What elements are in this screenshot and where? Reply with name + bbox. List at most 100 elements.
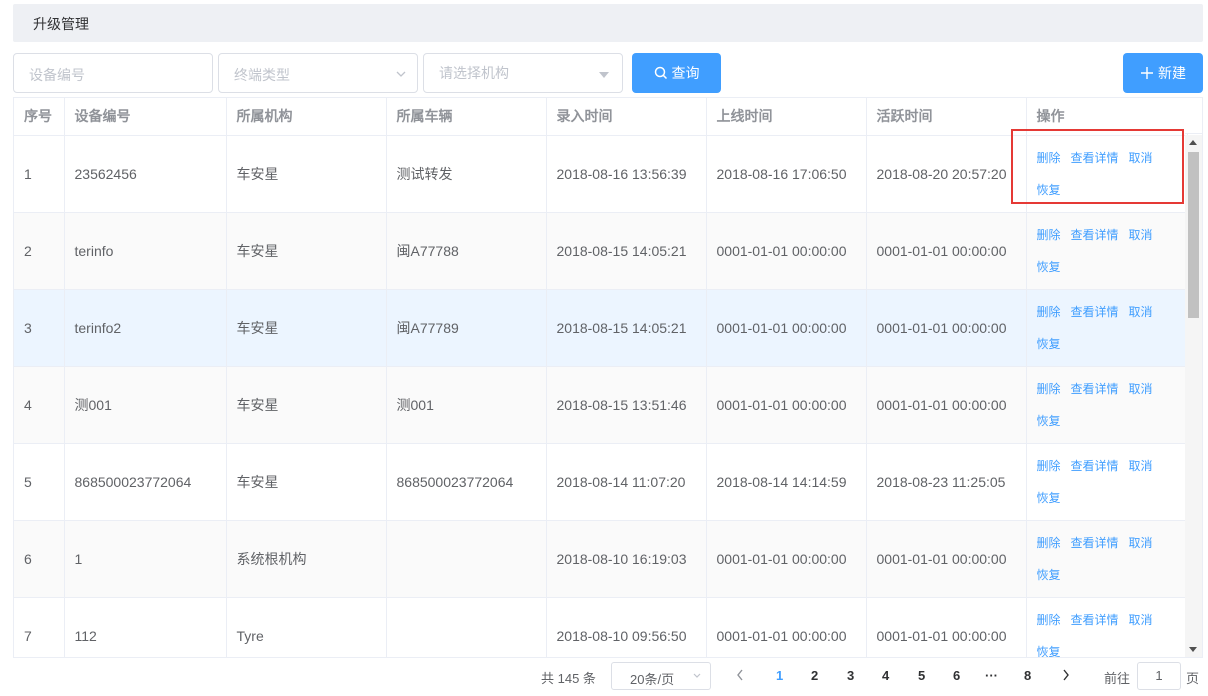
column-header[interactable]: 序号 bbox=[14, 98, 65, 136]
cancel-link[interactable]: 取消 bbox=[1129, 228, 1153, 242]
table-cell: 4 bbox=[14, 366, 65, 444]
plus-icon bbox=[1141, 67, 1153, 79]
page-title: 升级管理 bbox=[33, 16, 89, 32]
view-details-link[interactable]: 查看详情 bbox=[1071, 613, 1119, 627]
table-cell: 系统根机构 bbox=[226, 520, 387, 598]
table-cell: terinfo bbox=[64, 212, 227, 290]
scrollbar-thumb[interactable] bbox=[1188, 152, 1199, 318]
restore-link[interactable]: 恢复 bbox=[1037, 645, 1061, 658]
column-header[interactable]: 设备编号 bbox=[64, 98, 227, 136]
goto-unit: 页 bbox=[1186, 671, 1200, 686]
table-cell: Tyre bbox=[226, 597, 387, 657]
search-button[interactable]: 查询 bbox=[632, 53, 721, 93]
table-cell: 测001 bbox=[64, 366, 227, 444]
table-scrollbar[interactable] bbox=[1185, 135, 1202, 657]
page-size-select[interactable]: 20条/页 bbox=[611, 662, 711, 690]
caret-down-icon bbox=[599, 72, 609, 78]
terminal-type-select[interactable]: 终端类型 bbox=[218, 53, 418, 93]
view-details-link[interactable]: 查看详情 bbox=[1071, 382, 1119, 396]
table-cell: 车安星 bbox=[226, 289, 387, 367]
table-cell: 2 bbox=[14, 212, 65, 290]
next-page-icon[interactable] bbox=[1061, 668, 1071, 682]
restore-link[interactable]: 恢复 bbox=[1037, 260, 1061, 274]
restore-link[interactable]: 恢复 bbox=[1037, 491, 1061, 505]
view-details-link[interactable]: 查看详情 bbox=[1071, 305, 1119, 319]
column-header[interactable]: 活跃时间 bbox=[866, 98, 1027, 136]
page-title-bar: 升级管理 bbox=[13, 4, 1203, 42]
upgrade-management-page: 升级管理 设备编号 终端类型 请选择机构 查询 新建 序号 设备编号 所属机构 … bbox=[0, 0, 1208, 696]
delete-link[interactable]: 删除 bbox=[1037, 536, 1061, 550]
table-cell: terinfo2 bbox=[64, 289, 227, 367]
column-header[interactable]: 所属机构 bbox=[226, 98, 387, 136]
row-actions: 删除 查看详情 取消恢复 bbox=[1026, 443, 1188, 521]
table-cell: 2018-08-16 13:56:39 bbox=[546, 135, 707, 213]
row-actions: 删除 查看详情 取消恢复 bbox=[1026, 212, 1188, 290]
delete-link[interactable]: 删除 bbox=[1037, 459, 1061, 473]
view-details-link[interactable]: 查看详情 bbox=[1071, 536, 1119, 550]
cancel-link[interactable]: 取消 bbox=[1129, 536, 1153, 550]
page-number[interactable]: 5 bbox=[918, 668, 925, 683]
new-button-label: 新建 bbox=[1158, 65, 1186, 81]
cancel-link[interactable]: 取消 bbox=[1129, 382, 1153, 396]
search-icon bbox=[654, 66, 667, 80]
cancel-link[interactable]: 取消 bbox=[1129, 459, 1153, 473]
page-size-value: 20条/页 bbox=[630, 672, 675, 687]
org-placeholder: 请选择机构 bbox=[439, 65, 509, 81]
table-cell: 868500023772064 bbox=[386, 443, 547, 521]
page-number[interactable]: 8 bbox=[1024, 668, 1031, 683]
scroll-down-icon[interactable] bbox=[1189, 647, 1197, 652]
row-actions: 删除 查看详情 取消恢复 bbox=[1026, 520, 1188, 598]
delete-link[interactable]: 删除 bbox=[1037, 613, 1061, 627]
delete-link[interactable]: 删除 bbox=[1037, 305, 1061, 319]
view-details-link[interactable]: 查看详情 bbox=[1071, 228, 1119, 242]
cancel-link[interactable]: 取消 bbox=[1129, 305, 1153, 319]
table-row[interactable]: 2 terinfo 车安星 闽A77788 2018-08-15 14:05:21 000… bbox=[14, 212, 1188, 290]
terminal-type-placeholder: 终端类型 bbox=[234, 67, 290, 83]
column-header[interactable]: 上线时间 bbox=[706, 98, 867, 136]
table-cell: 2018-08-15 13:51:46 bbox=[546, 366, 707, 444]
highlight-box bbox=[1011, 129, 1184, 204]
table-row[interactable]: 3 terinfo2 车安星 闽A77789 2018-08-15 14:05:21 00… bbox=[14, 289, 1188, 367]
page-number[interactable]: 1 bbox=[776, 668, 783, 683]
goto-label: 前往 bbox=[1104, 671, 1131, 686]
table-cell: 0001-01-01 00:00:00 bbox=[866, 520, 1027, 598]
table-cell: 测001 bbox=[386, 366, 547, 444]
table-row[interactable]: 7 112 Tyre 2018-08-10 09:56:50 0001-01-01 00… bbox=[14, 597, 1188, 658]
delete-link[interactable]: 删除 bbox=[1037, 382, 1061, 396]
goto-page-input[interactable]: 1 bbox=[1137, 662, 1181, 690]
column-header[interactable]: 所属车辆 bbox=[386, 98, 547, 136]
prev-page-icon[interactable] bbox=[735, 668, 745, 682]
scroll-up-icon[interactable] bbox=[1189, 140, 1197, 145]
table-cell: 闽A77789 bbox=[386, 289, 547, 367]
org-select[interactable]: 请选择机构 bbox=[423, 53, 623, 93]
column-header[interactable]: 录入时间 bbox=[546, 98, 707, 136]
row-actions: 删除 查看详情 取消恢复 bbox=[1026, 597, 1188, 658]
table-cell: 2018-08-15 14:05:21 bbox=[546, 212, 707, 290]
device-no-input[interactable]: 设备编号 bbox=[13, 53, 213, 93]
table-row[interactable]: 4 测001 车安星 测001 2018-08-15 13:51:46 0001-01-0… bbox=[14, 366, 1188, 444]
new-button[interactable]: 新建 bbox=[1123, 53, 1203, 93]
table-cell: 2018-08-10 16:19:03 bbox=[546, 520, 707, 598]
table-cell: 2018-08-10 09:56:50 bbox=[546, 597, 707, 657]
table-cell: 2018-08-23 11:25:05 bbox=[866, 443, 1027, 521]
search-button-label: 查询 bbox=[671, 65, 700, 81]
table-cell: 0001-01-01 00:00:00 bbox=[866, 597, 1027, 657]
table-cell: 闽A77788 bbox=[386, 212, 547, 290]
table-row[interactable]: 5 868500023772064 车安星 868500023772064 2018-0… bbox=[14, 443, 1188, 521]
page-number[interactable]: 6 bbox=[953, 668, 960, 683]
view-details-link[interactable]: 查看详情 bbox=[1071, 459, 1119, 473]
page-ellipsis[interactable]: ··· bbox=[985, 668, 998, 683]
page-number[interactable]: 3 bbox=[847, 668, 854, 683]
page-number[interactable]: 2 bbox=[811, 668, 818, 683]
restore-link[interactable]: 恢复 bbox=[1037, 568, 1061, 582]
table-header-gutter bbox=[1185, 98, 1202, 134]
delete-link[interactable]: 删除 bbox=[1037, 228, 1061, 242]
table-row[interactable]: 6 1 系统根机构 2018-08-10 16:19:03 0001-01-01 00:… bbox=[14, 520, 1188, 598]
table-cell: 0001-01-01 00:00:00 bbox=[706, 597, 867, 657]
row-actions: 删除 查看详情 取消恢复 bbox=[1026, 289, 1188, 367]
table-cell: 3 bbox=[14, 289, 65, 367]
restore-link[interactable]: 恢复 bbox=[1037, 337, 1061, 351]
cancel-link[interactable]: 取消 bbox=[1129, 613, 1153, 627]
restore-link[interactable]: 恢复 bbox=[1037, 414, 1061, 428]
page-number[interactable]: 4 bbox=[882, 668, 889, 683]
